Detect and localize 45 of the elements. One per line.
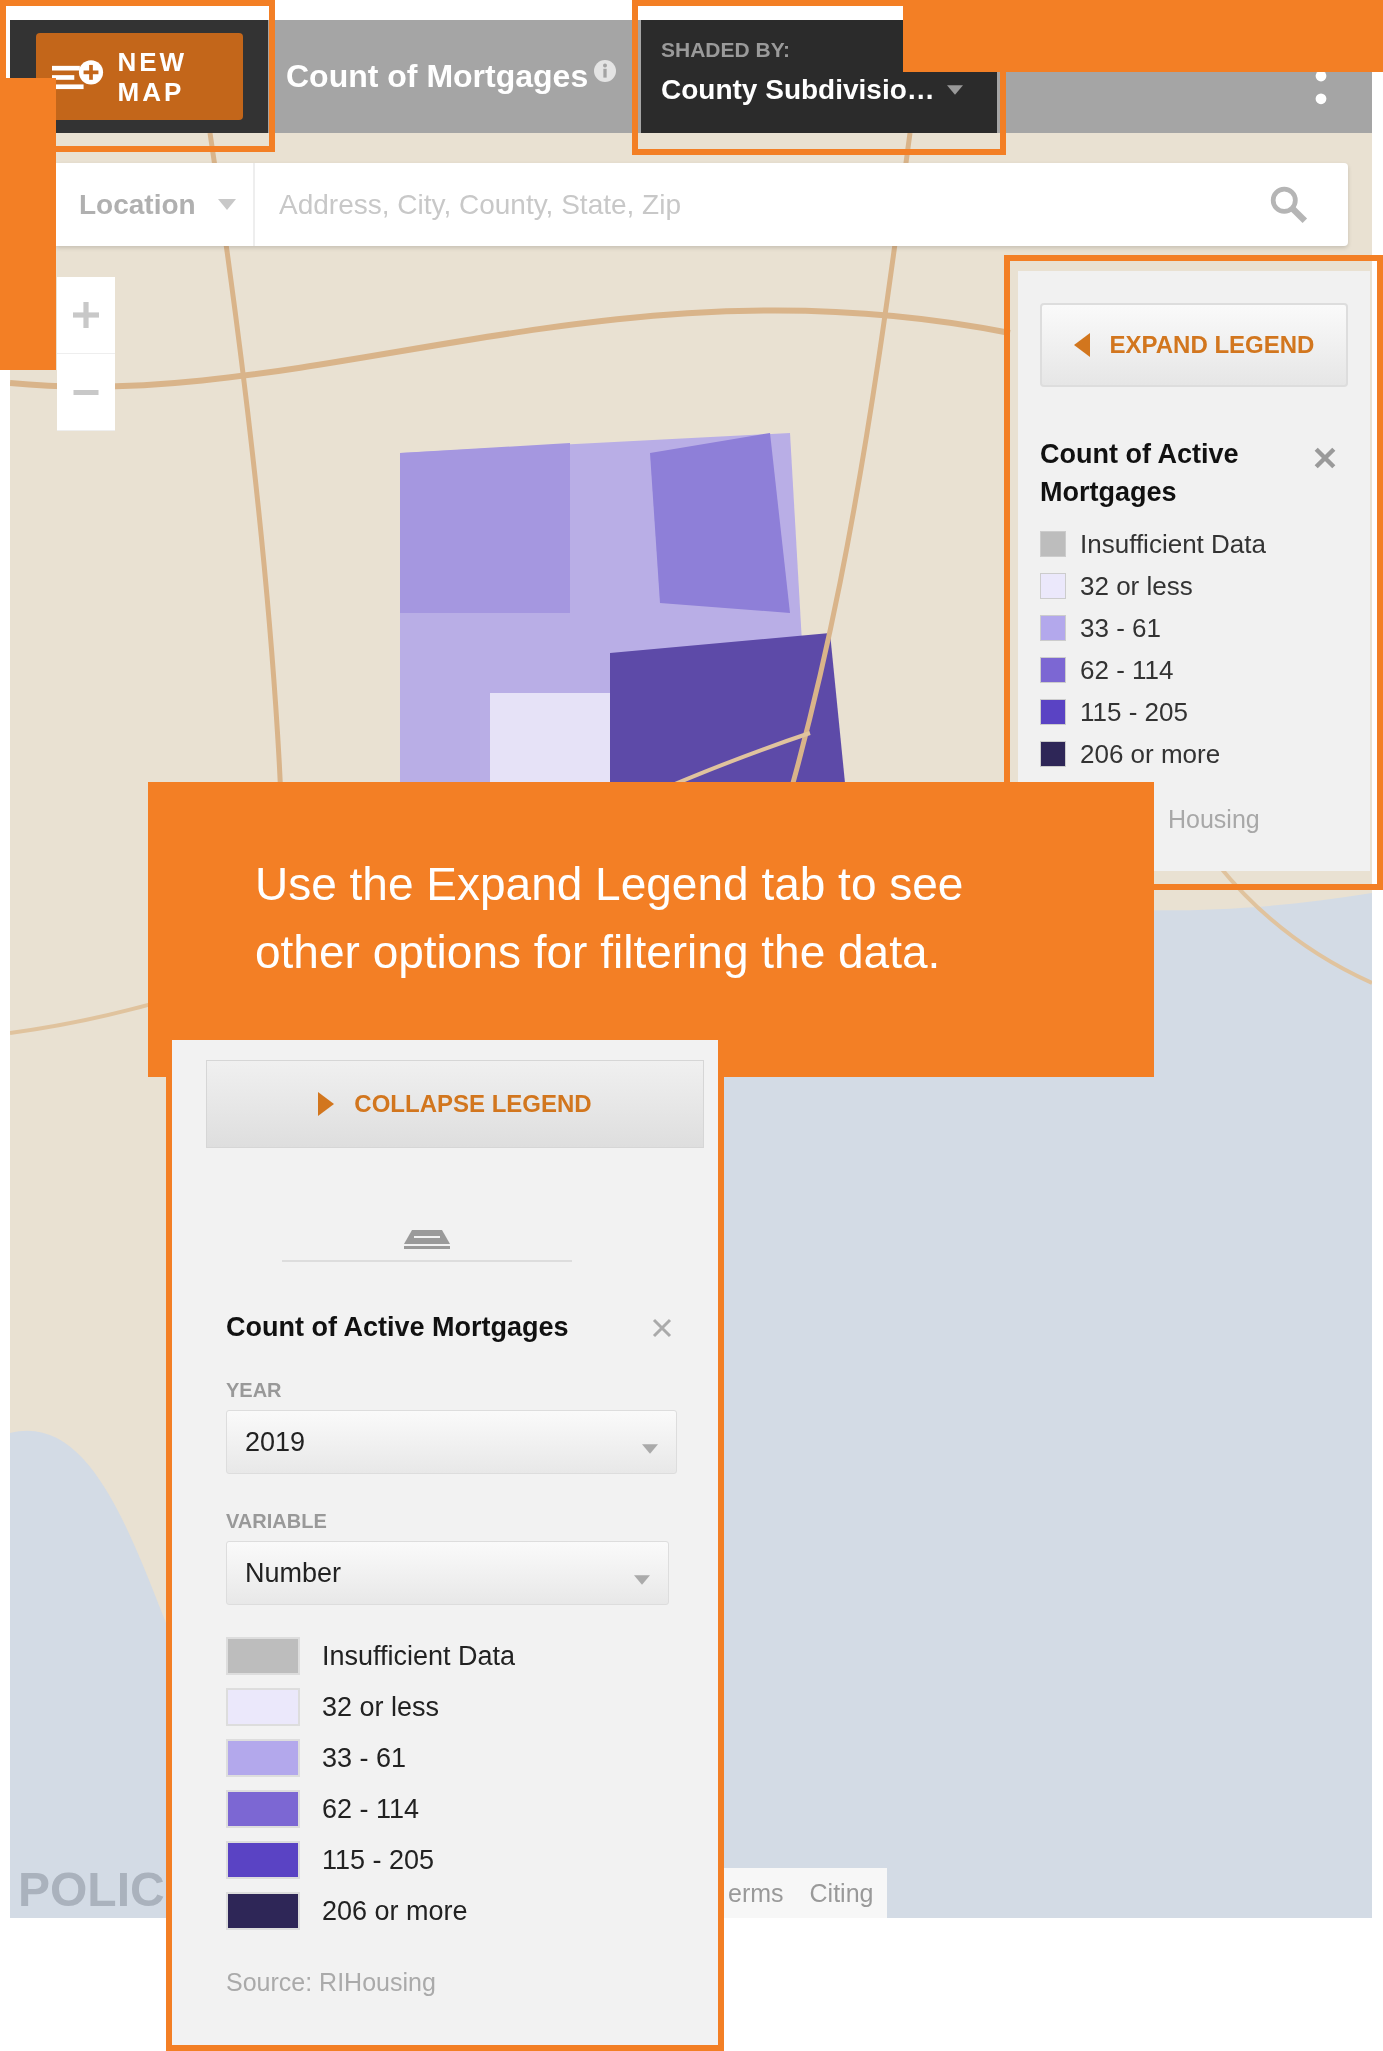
select-dropdown[interactable]: 2019 [226,1410,677,1474]
legend-title: Count of Active Mortgages [226,1312,569,1343]
new-map-button[interactable]: NEW MAP [35,33,243,120]
caret-icon [217,199,236,210]
close-icon[interactable] [1314,447,1336,469]
zoom-in-button[interactable] [57,277,115,354]
legend-label: 206 or more [322,1895,468,1927]
source-text: Housing [1168,805,1261,834]
legend-label: 32 or less [322,1691,440,1723]
caret-icon [642,1444,658,1454]
legend-label: Insufficient Data [322,1640,516,1672]
field-label: YEAR [226,1379,283,1402]
left-triangle-icon [1073,333,1090,357]
expand-legend-button[interactable]: EXPAND LEGEND [1040,303,1348,387]
info-icon[interactable] [594,60,617,82]
legend-label: 62 - 114 [1080,654,1174,686]
caret-icon [634,1575,650,1585]
legend-label: 115 - 205 [322,1844,435,1876]
collapse-legend-button[interactable]: COLLAPSE LEGEND [206,1060,704,1148]
select-dropdown[interactable]: Number [226,1541,669,1605]
legend-label: 115 - 205 [1080,696,1188,728]
legend-label: 62 - 114 [322,1793,420,1825]
field-label: VARIABLE [226,1510,328,1533]
callout-text: Use the Expand Legend tab to see other options for filtering the data. [255,857,965,980]
minus-icon [73,389,99,395]
more-icon[interactable] [1314,70,1328,106]
plus-icon [73,302,99,328]
map-title: Count of Mortgages [286,58,589,95]
footer-link[interactable]: Citing [809,1878,874,1908]
shaded-by-label: SHADED BY: [661,38,791,62]
legend-label: 206 or more [1080,738,1221,770]
legend-label: 32 or less [1080,570,1193,602]
footer-link[interactable]: erms [728,1878,784,1908]
caret-icon [946,85,963,95]
right-triangle-icon [318,1092,335,1116]
legend-label: Insufficient Data [1080,528,1266,560]
legend-title: Count of Active Mortgages [1040,438,1240,509]
legend-label: 33 - 61 [1080,612,1161,644]
legend-label: 33 - 61 [322,1742,407,1774]
layers-icon[interactable] [402,1228,452,1250]
source-text: Source: RIHousing [226,1968,437,1997]
search-icon[interactable] [1270,185,1308,224]
shaded-by-dropdown[interactable]: County Subdivisio… [661,74,963,106]
location-dropdown[interactable]: Location [55,163,255,246]
close-icon[interactable] [652,1317,672,1338]
